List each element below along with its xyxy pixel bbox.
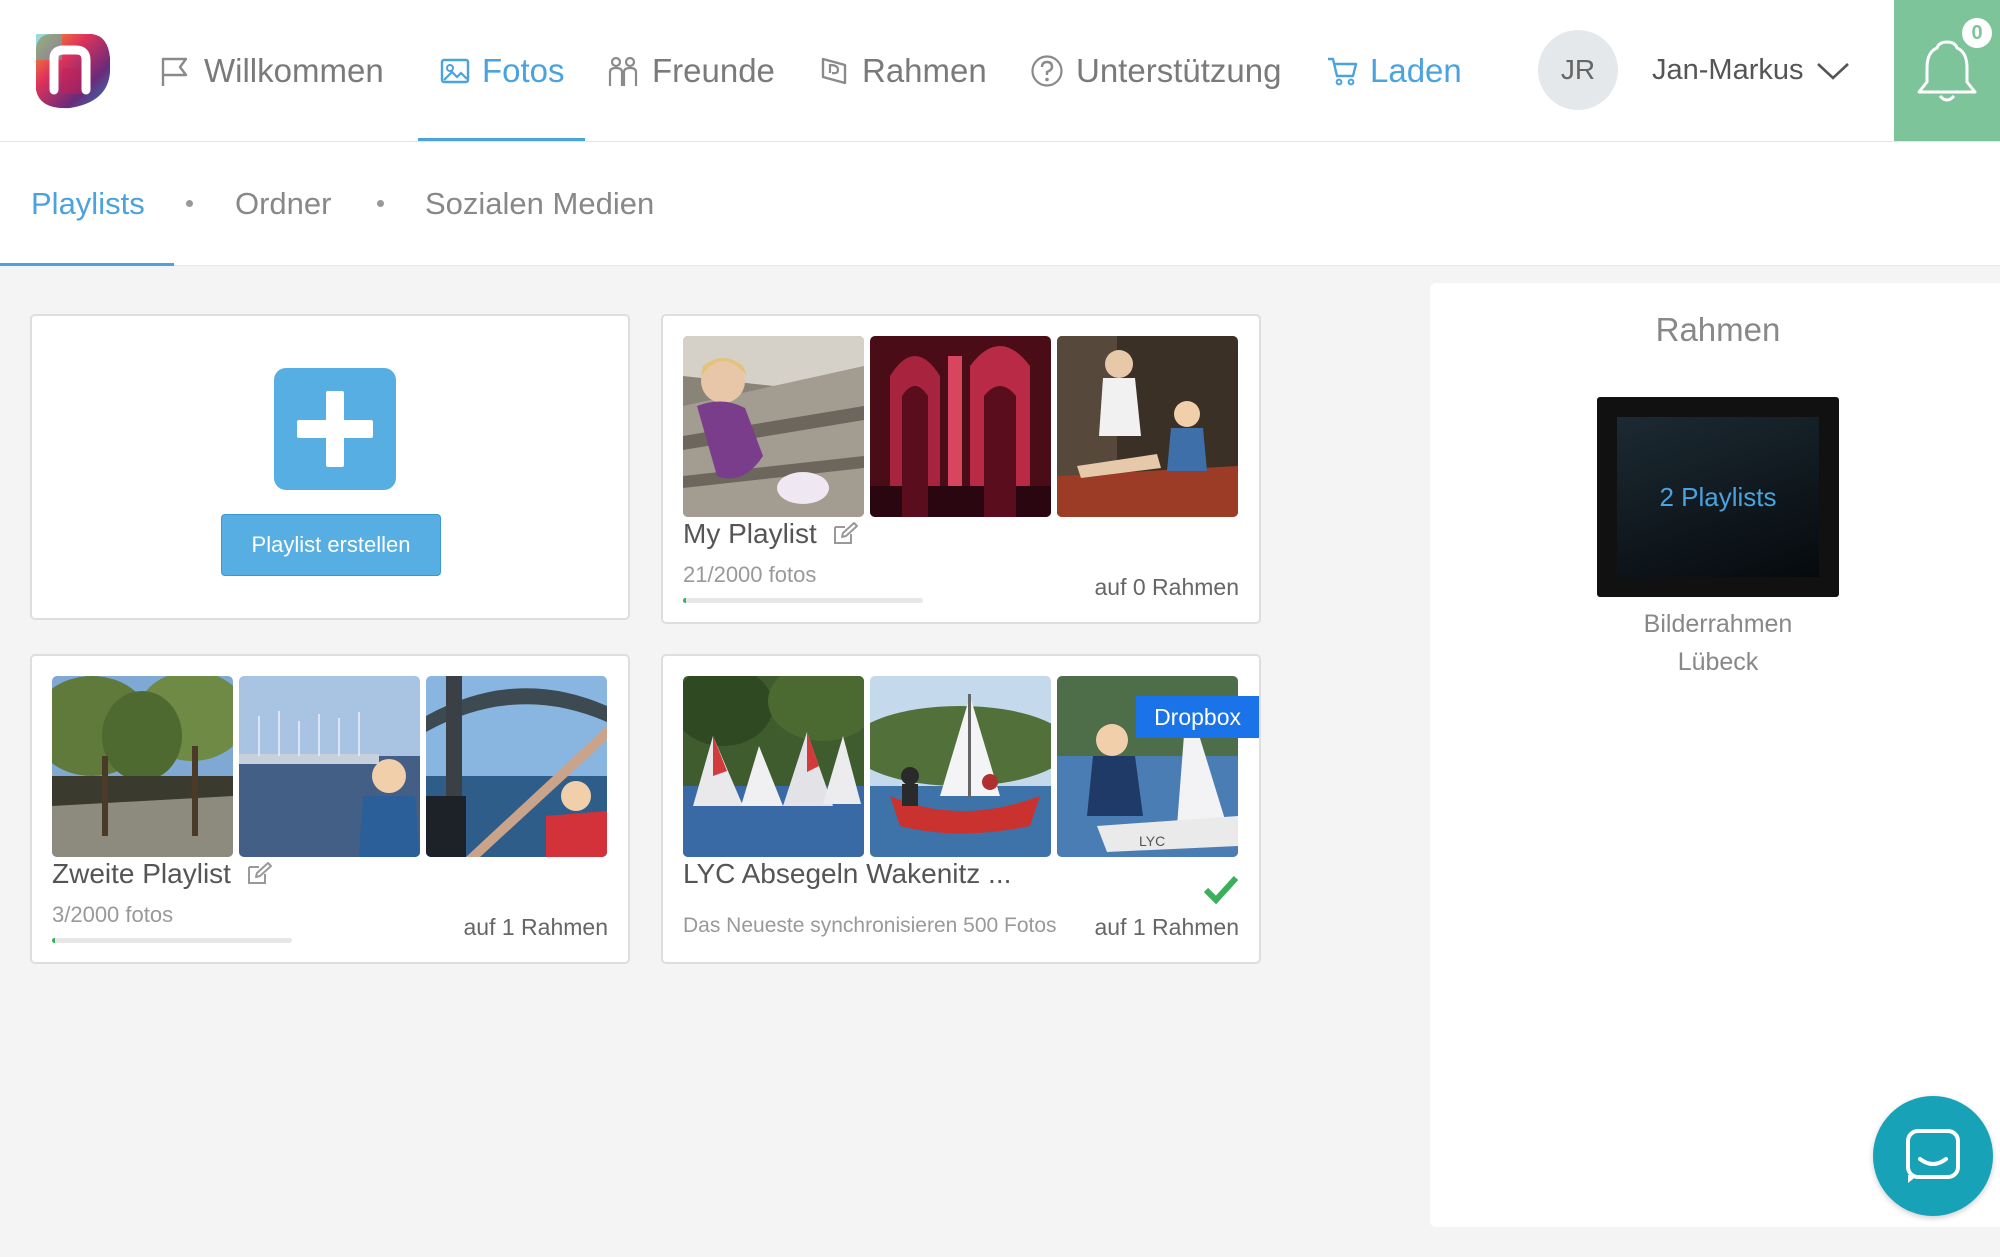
separator-dot	[186, 200, 193, 207]
nav-label: Freunde	[652, 51, 775, 89]
edit-icon[interactable]	[245, 861, 273, 887]
flag-icon	[161, 57, 188, 86]
chat-button[interactable]	[1873, 1096, 1993, 1216]
separator-dot	[377, 200, 384, 207]
playlist-thumbnail[interactable]	[683, 336, 864, 517]
playlist-thumbnail[interactable]	[870, 676, 1051, 857]
nav-freunde[interactable]: Freunde	[606, 0, 775, 141]
progress-fill	[683, 598, 686, 603]
frame-location: Lübeck	[1677, 648, 1759, 676]
playlist-title: My Playlist	[683, 518, 859, 550]
frame-title: Bilderrahmen	[1643, 610, 1793, 638]
avatar[interactable]: JR	[1538, 30, 1618, 110]
photo-count: 21/2000 fotos	[683, 562, 817, 587]
nav-willkommen[interactable]: Willkommen	[158, 0, 384, 141]
chevron-down-icon	[1816, 62, 1849, 80]
storage-progress	[52, 938, 292, 943]
tab-ordner[interactable]: Ordner	[235, 142, 331, 265]
svg-text:LYC: LYC	[1139, 833, 1165, 849]
check-icon	[1203, 875, 1239, 904]
playlist-thumbnail[interactable]	[683, 676, 864, 857]
playlist-card[interactable]: My Playlist 21/2000 fotos auf 0 Rahmen	[661, 314, 1261, 624]
playlist-card[interactable]: LYC Dropbox LYC Absegeln Wakenitz ... Da…	[661, 654, 1261, 964]
create-playlist-card: Playlist erstellen	[30, 314, 630, 620]
plus-icon	[297, 391, 373, 467]
playlist-name: Zweite Playlist	[52, 858, 231, 889]
help-icon	[1031, 54, 1063, 87]
nav-label: Unterstützung	[1076, 51, 1282, 89]
frames-count: auf 0 Rahmen	[1094, 574, 1239, 600]
nav-unterstuetzung[interactable]: Unterstützung	[1030, 0, 1281, 141]
storage-progress	[683, 598, 923, 603]
playlist-thumbnail[interactable]	[239, 676, 420, 857]
notification-count: 0	[1962, 18, 1992, 48]
frame-name: Bilderrahmen Lübeck	[1430, 605, 2000, 681]
playlist-title: Zweite Playlist	[52, 858, 273, 890]
panel-title: Rahmen	[1655, 311, 1781, 348]
add-playlist-button[interactable]	[274, 368, 396, 490]
frames-count: auf 1 Rahmen	[1094, 914, 1239, 940]
user-name: Jan-Markus	[1652, 54, 1804, 86]
nav-laden[interactable]: Laden	[1326, 0, 1462, 141]
chat-icon	[1906, 1129, 1960, 1183]
user-menu[interactable]: Jan-Markus	[1652, 0, 1850, 141]
tab-sozialen-medien[interactable]: Sozialen Medien	[425, 142, 654, 265]
photo-icon	[440, 58, 470, 83]
create-playlist-button[interactable]: Playlist erstellen	[221, 514, 441, 576]
playlist-name: My Playlist	[683, 518, 817, 549]
top-navigation: Willkommen Fotos Freunde Rahmen Unterstü…	[0, 0, 2000, 142]
tab-playlists[interactable]: Playlists	[0, 142, 174, 266]
frame-icon	[821, 57, 847, 84]
sync-latest-link[interactable]: Das Neueste synchronisieren 500 Fotos	[683, 914, 1057, 938]
frames-panel: Rahmen 2 Playlists Bilderrahmen Lübeck	[1430, 283, 2000, 1227]
playlist-thumbnail[interactable]	[52, 676, 233, 857]
playlist-title: LYC Absegeln Wakenitz ...	[683, 858, 1011, 890]
playlist-thumbnail[interactable]	[870, 336, 1051, 517]
dropbox-badge: Dropbox	[1136, 696, 1259, 738]
app-logo[interactable]	[30, 28, 114, 112]
edit-icon[interactable]	[831, 521, 859, 547]
nav-label: Willkommen	[204, 51, 384, 89]
nav-label: Laden	[1370, 51, 1462, 89]
playlist-thumbnail[interactable]	[1057, 336, 1238, 517]
cart-icon	[1328, 57, 1358, 85]
playlist-thumbnail[interactable]	[426, 676, 607, 857]
frame-device[interactable]: 2 Playlists	[1597, 397, 1839, 597]
notifications-button[interactable]: 0	[1894, 0, 2000, 141]
nav-rahmen[interactable]: Rahmen	[818, 0, 987, 141]
nav-fotos[interactable]: Fotos	[418, 0, 585, 141]
friends-icon	[608, 56, 638, 86]
frame-playlists-count[interactable]: 2 Playlists	[1617, 417, 1819, 577]
frames-count: auf 1 Rahmen	[463, 914, 608, 940]
playlist-name: LYC Absegeln Wakenitz ...	[683, 858, 1012, 889]
nav-label: Rahmen	[862, 51, 987, 89]
photo-count: 3/2000 fotos	[52, 902, 174, 927]
sub-navigation: Playlists Ordner Sozialen Medien	[0, 142, 2000, 266]
progress-fill	[52, 938, 55, 943]
nav-label: Fotos	[482, 51, 565, 89]
playlist-card[interactable]: Zweite Playlist 3/2000 fotos auf 1 Rahme…	[30, 654, 630, 964]
